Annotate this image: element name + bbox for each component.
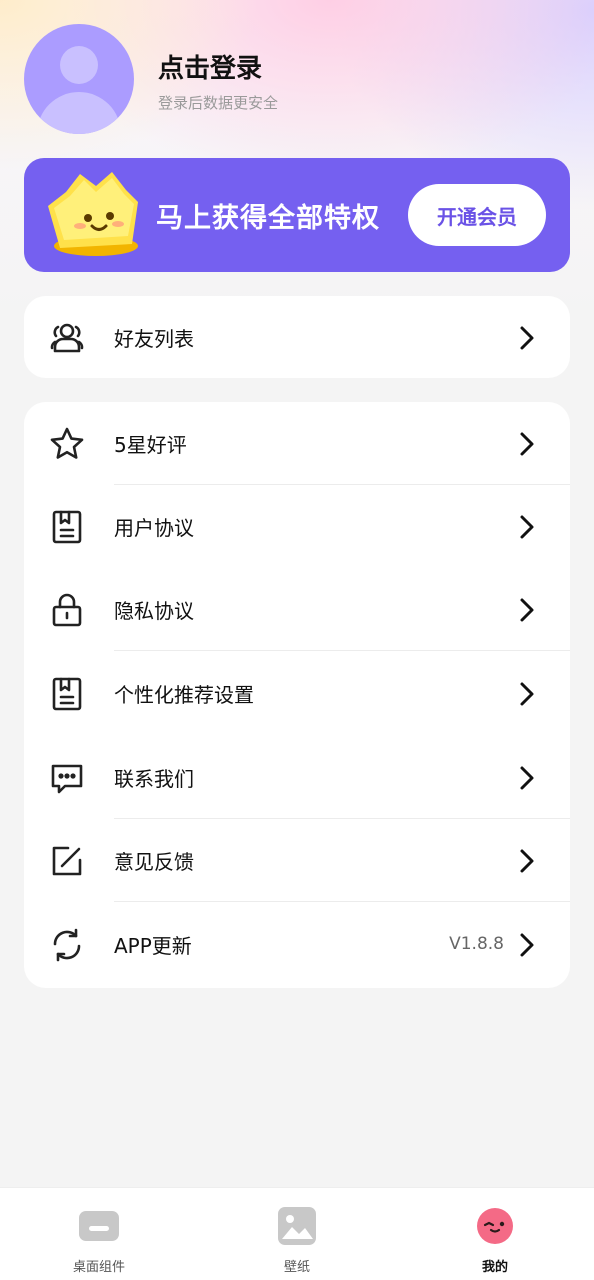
menu-item-personalization[interactable]: 个性化推荐设置 [24,652,570,735]
menu-item-app-update[interactable]: APP更新 V1.8.8 [24,903,570,986]
menu-item-contact[interactable]: 联系我们 [24,736,570,819]
crown-icon [40,166,144,262]
tab-label: 我的 [481,1260,508,1275]
star-icon [49,426,85,462]
row-divider [114,650,570,651]
menu-item-feedback[interactable]: 意见反馈 [24,819,570,902]
document-icon [49,676,85,712]
row-divider [114,901,570,902]
tab-wallpaper[interactable]: 壁纸 [198,1188,396,1280]
app-version: V1.8.8 [449,934,504,954]
menu-item-user-agreement[interactable]: 用户协议 [24,485,570,568]
chevron-right-icon [516,596,538,624]
users-icon [49,320,85,356]
menu-item-rate[interactable]: 5星好评 [24,402,570,485]
bottom-tab-bar: 桌面组件 壁纸 我的 [0,1187,594,1280]
login-title[interactable]: 点击登录 [158,48,262,85]
chevron-right-icon [516,324,538,352]
chevron-right-icon [516,680,538,708]
menu-item-label: 用户协议 [114,516,194,540]
vip-banner[interactable]: 马上获得全部特权 开通会员 [24,158,570,272]
avatar-body-shape [37,92,121,134]
menu-item-friends[interactable]: 好友列表 [24,296,570,379]
menu-item-label: 好友列表 [114,327,194,351]
menu-item-label: 意见反馈 [114,850,194,874]
profile-header: 点击登录 登录后数据更安全 [24,24,570,136]
vip-banner-text: 马上获得全部特权 [156,203,380,234]
menu-item-label: 个性化推荐设置 [114,683,254,707]
menu-item-label: 5星好评 [114,433,187,457]
face-icon [475,1206,515,1246]
login-subtitle: 登录后数据更安全 [158,94,279,112]
tab-mine[interactable]: 我的 [396,1188,594,1280]
lock-icon [49,592,85,628]
settings-menu-card: 5星好评 用户协议 隐私协议 个性化推荐设置 联系我们 意见反馈 APP更新 V… [24,402,570,988]
menu-item-label: 隐私协议 [114,599,194,623]
chevron-right-icon [516,847,538,875]
widget-icon [79,1206,119,1246]
open-membership-button[interactable]: 开通会员 [408,184,546,246]
edit-icon [49,843,85,879]
avatar[interactable] [24,24,134,134]
document-icon [49,509,85,545]
image-icon [277,1206,317,1246]
tab-label: 桌面组件 [72,1260,125,1275]
friends-card: 好友列表 [24,296,570,378]
chevron-right-icon [516,513,538,541]
tab-label: 壁纸 [283,1260,310,1275]
chevron-right-icon [516,764,538,792]
avatar-head-shape [60,46,98,84]
tab-widgets[interactable]: 桌面组件 [0,1188,198,1280]
menu-item-privacy[interactable]: 隐私协议 [24,568,570,651]
chevron-right-icon [516,931,538,959]
chevron-right-icon [516,430,538,458]
menu-item-label: 联系我们 [114,767,194,791]
refresh-icon [49,927,85,963]
chat-icon [49,760,85,796]
menu-item-label: APP更新 [114,934,192,958]
